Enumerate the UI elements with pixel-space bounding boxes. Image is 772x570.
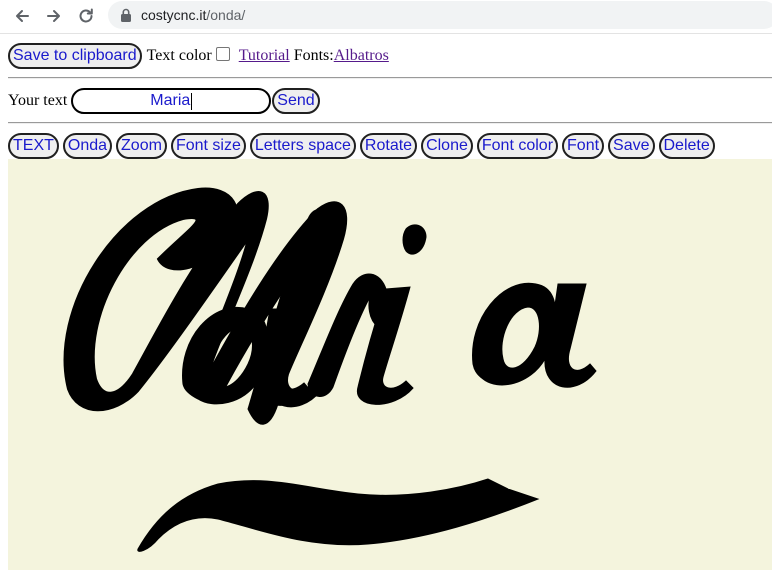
text-button[interactable]: TEXT <box>8 133 59 159</box>
url-text: costycnc.it/onda/ <box>141 7 246 23</box>
onda-button[interactable]: Onda <box>62 133 113 159</box>
font-color-button[interactable]: Font color <box>476 133 559 159</box>
zoom-button[interactable]: Zoom <box>116 133 167 159</box>
top-controls: Save to clipboard Text color Tutorial Fo… <box>8 42 389 70</box>
save-button[interactable]: Save <box>608 133 655 159</box>
text-entry-row: Your text Maria Send <box>8 87 320 115</box>
clone-button[interactable]: Clone <box>421 133 473 159</box>
fonts-label: Fonts: <box>293 47 334 64</box>
browser-toolbar: costycnc.it/onda/ <box>0 0 772 34</box>
back-icon[interactable] <box>10 4 34 28</box>
text-caret <box>191 92 193 110</box>
address-bar[interactable]: costycnc.it/onda/ <box>108 1 772 29</box>
action-buttons: TEXT Onda Zoom Font size Letters space Rotate… <box>8 132 715 160</box>
letter-final-a-shape <box>472 282 597 388</box>
font-button[interactable]: Font <box>562 133 605 159</box>
delete-button[interactable]: Delete <box>658 133 715 159</box>
wave-swash-shape <box>137 478 540 552</box>
tutorial-link[interactable]: Tutorial <box>239 47 290 65</box>
font-size-button[interactable]: Font size <box>170 133 246 159</box>
your-text-label: Your text <box>8 92 68 109</box>
text-color-label: Text color <box>146 47 212 64</box>
letters-space-button[interactable]: Letters space <box>249 133 356 159</box>
forward-icon[interactable] <box>42 4 66 28</box>
rotate-button[interactable]: Rotate <box>359 133 418 159</box>
font-link[interactable]: Albatros <box>334 47 389 65</box>
letter-i-dot-shape <box>402 224 427 255</box>
text-color-checkbox[interactable] <box>215 47 230 61</box>
divider <box>8 77 772 79</box>
wave-text-drawing <box>63 187 597 552</box>
lock-icon[interactable] <box>120 8 132 22</box>
send-button[interactable]: Send <box>272 88 320 114</box>
text-input[interactable]: Maria <box>71 88 272 114</box>
divider <box>8 122 772 124</box>
save-to-clipboard-button[interactable]: Save to clipboard <box>8 43 142 69</box>
text-input-value: Maria <box>150 92 191 109</box>
drawing-canvas[interactable] <box>8 159 772 570</box>
reload-icon[interactable] <box>74 4 98 28</box>
